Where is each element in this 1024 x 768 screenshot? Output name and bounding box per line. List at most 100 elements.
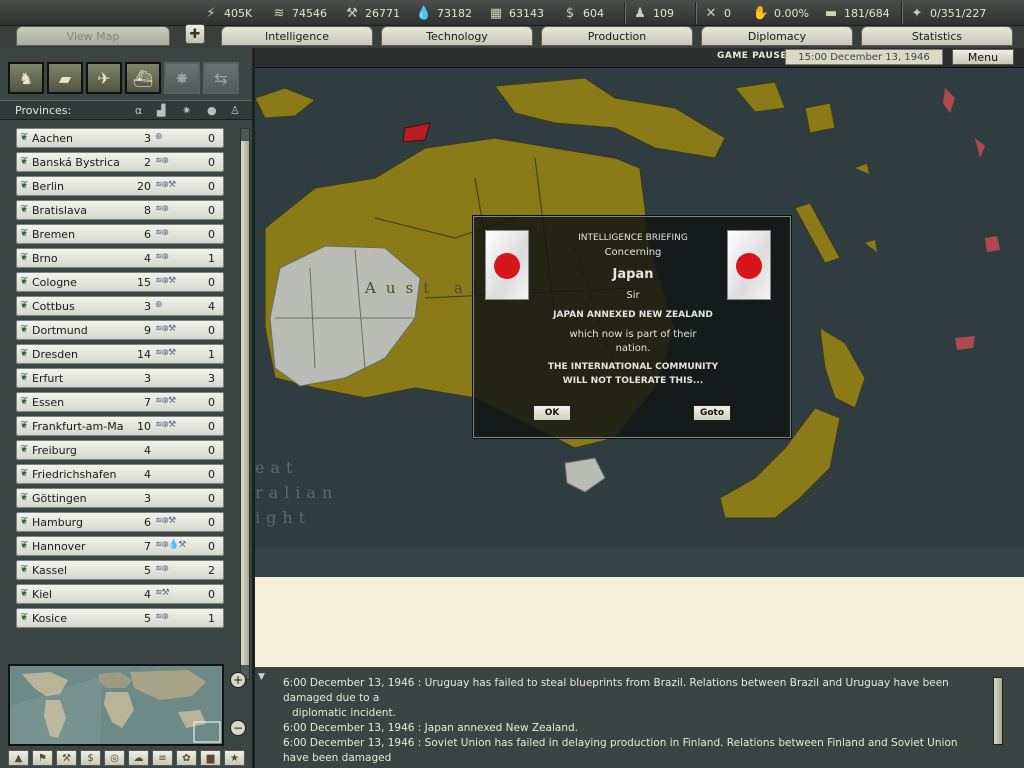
resource-manpower: ♟ 109 bbox=[632, 4, 674, 22]
province-row[interactable]: ❦ Essen 7 ≋⊕⚒ 0 bbox=[16, 392, 224, 412]
goto-button[interactable]: Goto bbox=[693, 405, 731, 421]
province-row[interactable]: ❦ Frankfurt-am-Ma 10 ≋⊕⚒ 0 bbox=[16, 416, 224, 436]
ok-button[interactable]: OK bbox=[533, 405, 571, 421]
resource-value: 405K bbox=[224, 6, 253, 20]
transport-unit-button[interactable]: ⇆ bbox=[203, 62, 239, 94]
special-filter-button[interactable]: ★ bbox=[224, 750, 245, 766]
tab-statistics[interactable]: Statistics bbox=[861, 26, 1013, 46]
resource-value: 604 bbox=[583, 6, 604, 20]
message-log: ▼ 6:00 December 13, 1946 : Uruguay has f… bbox=[255, 667, 1024, 768]
oil-sort-icon[interactable]: ● bbox=[207, 104, 217, 117]
resource-convoys: ▬ 181/684 bbox=[823, 4, 890, 22]
terrain-filter-button[interactable]: ▲ bbox=[8, 750, 29, 766]
naval-unit-button[interactable]: ⛴ bbox=[125, 62, 161, 94]
resource-value: 73182 bbox=[437, 6, 472, 20]
infantry-unit-button[interactable]: ♞ bbox=[8, 62, 44, 94]
province-name: Freiburg bbox=[32, 444, 77, 457]
province-name: Kosice bbox=[32, 612, 67, 625]
alpha-sort-icon[interactable]: α bbox=[135, 104, 142, 117]
info-panel bbox=[255, 577, 1024, 667]
industry-sort-icon[interactable]: ▟ bbox=[157, 104, 165, 117]
province-name: Cologne bbox=[32, 276, 77, 289]
province-industry: 14 bbox=[137, 348, 151, 361]
province-row[interactable]: ❦ Cottbus 3 ⊕ 4 bbox=[16, 296, 224, 316]
province-manpower: 0 bbox=[208, 516, 215, 529]
tab-technology[interactable]: Technology bbox=[381, 26, 533, 46]
province-industry: 9 bbox=[144, 324, 151, 337]
zoom-out-button[interactable]: − bbox=[230, 720, 246, 736]
resources-filter-button[interactable]: ✿ bbox=[176, 750, 197, 766]
resource-value: 63143 bbox=[509, 6, 544, 20]
game-date: 15:00 December 13, 1946 bbox=[785, 49, 943, 65]
weather-filter-button[interactable]: ☁ bbox=[128, 750, 149, 766]
economy-filter-button[interactable]: $ bbox=[80, 750, 101, 766]
province-row[interactable]: ❦ Hamburg 6 ≋⊕⚒ 0 bbox=[16, 512, 224, 532]
province-row[interactable]: ❦ Kiel 4 ≋⚒ 0 bbox=[16, 584, 224, 604]
energy-icon: ⚡ bbox=[206, 5, 216, 21]
oil-icon: 💧 bbox=[415, 5, 433, 21]
divider bbox=[695, 2, 697, 24]
province-row[interactable]: ❦ Friedrichshafen 4 0 bbox=[16, 464, 224, 484]
province-industry: 3 bbox=[144, 492, 151, 505]
province-row[interactable]: ❦ Dortmund 9 ≋⊕⚒ 0 bbox=[16, 320, 224, 340]
minimap[interactable] bbox=[8, 664, 224, 746]
province-row[interactable]: ❦ Kassel 5 ≋⊕ 2 bbox=[16, 560, 224, 580]
message-line[interactable]: 6:00 December 13, 1946 : Uruguay has fai… bbox=[283, 676, 973, 706]
resource-value: 0 bbox=[724, 6, 731, 20]
manpower-sort-icon[interactable]: ♙ bbox=[230, 104, 240, 117]
briefing-concerning: Concerning bbox=[604, 247, 662, 258]
province-scrollbar[interactable] bbox=[240, 128, 250, 680]
province-row[interactable]: ❦ Berlin 20 ≋⊕⚒ 0 bbox=[16, 176, 224, 196]
diplomacy-filter-button[interactable]: ◎ bbox=[104, 750, 125, 766]
tab-diplomacy[interactable]: Diplomacy bbox=[701, 26, 853, 46]
message-scrollbar[interactable] bbox=[993, 677, 1003, 745]
message-line[interactable]: 6:00 December 13, 1946 : Soviet Union ha… bbox=[283, 736, 973, 766]
province-manpower: 0 bbox=[208, 180, 215, 193]
industry-filter-button[interactable]: ▆ bbox=[200, 750, 221, 766]
province-row[interactable]: ❦ Brno 4 ≋⊕ 1 bbox=[16, 248, 224, 268]
weather-icon: ☁ bbox=[133, 752, 144, 764]
tab-view-map[interactable]: View Map bbox=[16, 26, 170, 46]
rocket-unit-button[interactable]: ✸ bbox=[164, 62, 200, 94]
province-manpower: 0 bbox=[208, 156, 215, 169]
province-manpower: 0 bbox=[208, 204, 215, 217]
province-resource-icons: ≋⊕ bbox=[155, 252, 169, 262]
menu-button[interactable]: Menu bbox=[952, 49, 1014, 65]
message-line[interactable]: 6:00 December 13, 1946 : Japan annexed N… bbox=[283, 721, 973, 736]
metal-icon: ≋ bbox=[273, 5, 285, 21]
province-row[interactable]: ❦ Bratislava 8 ≋⊕ 0 bbox=[16, 200, 224, 220]
province-row[interactable]: ❦ Cologne 15 ≋⊕⚒ 0 bbox=[16, 272, 224, 292]
scroll-thumb[interactable] bbox=[241, 141, 249, 665]
map-filter-buttons: ▲ ⚑ ⚒ $ ◎ ☁ ≡ ✿ ▆ ★ bbox=[8, 750, 245, 766]
province-row[interactable]: ❦ Kosice 5 ≋⊕ 1 bbox=[16, 608, 224, 628]
political-filter-button[interactable]: ⚑ bbox=[32, 750, 53, 766]
resource-metal: ≋ 74546 bbox=[271, 4, 327, 22]
armor-unit-button[interactable]: ▰ bbox=[47, 62, 83, 94]
province-row[interactable]: ❦ Aachen 3 ⊕ 0 bbox=[16, 128, 224, 148]
map-label-bight-3: ight bbox=[255, 508, 311, 527]
province-flag-icon: ❦ bbox=[20, 300, 29, 311]
province-row[interactable]: ❦ Bremen 6 ≋⊕ 0 bbox=[16, 224, 224, 244]
province-manpower: 4 bbox=[208, 300, 215, 313]
province-row[interactable]: ❦ Göttingen 3 0 bbox=[16, 488, 224, 508]
province-row[interactable]: ❦ Dresden 14 ≋⊕⚒ 1 bbox=[16, 344, 224, 364]
province-flag-icon: ❦ bbox=[20, 276, 29, 287]
province-manpower: 1 bbox=[208, 252, 215, 265]
province-row[interactable]: ❦ Hannover 7 ≋⊕💧⚒ 0 bbox=[16, 536, 224, 556]
province-industry: 10 bbox=[137, 420, 151, 433]
nukes-icon: ✦ bbox=[911, 5, 923, 21]
supply-filter-button[interactable]: ⚒ bbox=[56, 750, 77, 766]
resource-sort-icon[interactable]: ✷ bbox=[182, 104, 191, 117]
province-row[interactable]: ❦ Erfurt 3 3 bbox=[16, 368, 224, 388]
province-row[interactable]: ❦ Banská Bystrica 2 ≋⊕ 0 bbox=[16, 152, 224, 172]
collapse-arrow-icon[interactable]: ▼ bbox=[258, 672, 265, 682]
province-row[interactable]: ❦ Freiburg 4 0 bbox=[16, 440, 224, 460]
province-name: Hannover bbox=[32, 540, 86, 553]
tab-intelligence[interactable]: Intelligence bbox=[221, 26, 373, 46]
infrastructure-filter-button[interactable]: ≡ bbox=[152, 750, 173, 766]
zoom-in-button[interactable]: + bbox=[230, 672, 246, 688]
province-industry: 2 bbox=[144, 156, 151, 169]
aircraft-unit-button[interactable]: ✈ bbox=[86, 62, 122, 94]
tab-production[interactable]: Production bbox=[541, 26, 693, 46]
map-mode-button[interactable]: ✚ bbox=[185, 24, 205, 44]
